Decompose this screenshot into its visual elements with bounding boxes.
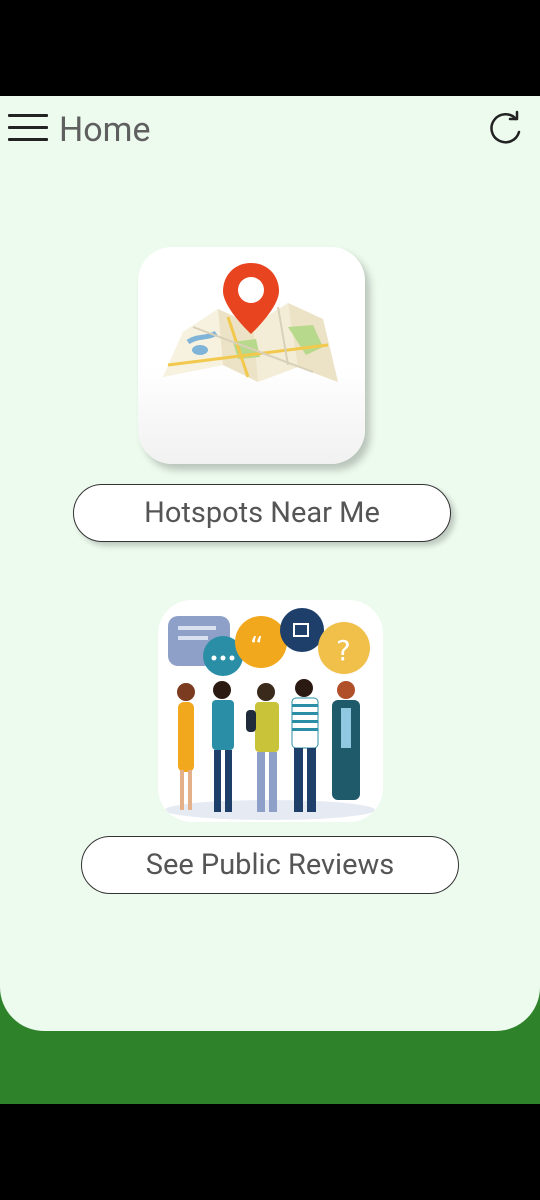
svg-text:?: ? — [336, 634, 351, 667]
map-pin-illustration[interactable] — [138, 247, 365, 464]
refresh-icon[interactable] — [487, 110, 525, 148]
page-title: Home — [59, 110, 151, 150]
status-bar — [0, 0, 540, 96]
people-reviews-illustration[interactable]: “ ? — [158, 600, 383, 822]
navigation-bar — [0, 1104, 540, 1200]
see-public-reviews-button[interactable]: See Public Reviews — [81, 836, 459, 894]
svg-text:“: “ — [250, 632, 263, 662]
hamburger-menu-icon[interactable] — [8, 113, 48, 143]
hotspots-near-me-button[interactable]: Hotspots Near Me — [73, 484, 451, 542]
